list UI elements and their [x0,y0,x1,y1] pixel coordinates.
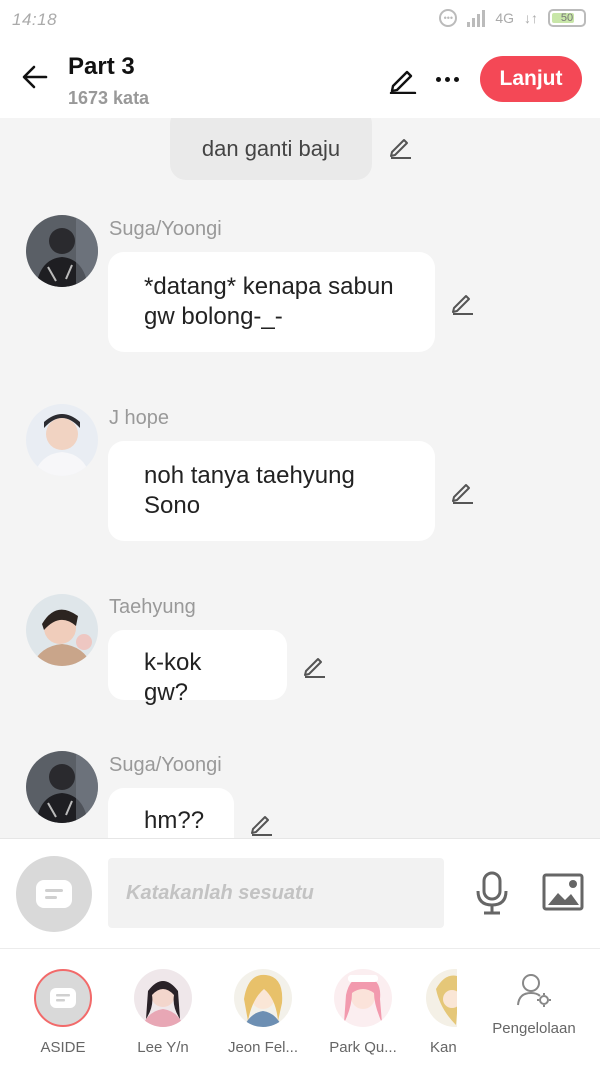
speaker-name: Suga/Yoongi [109,754,222,776]
more-options-icon[interactable] [432,66,462,92]
edit-message-icon[interactable] [450,289,476,315]
edit-pencil-icon[interactable] [388,64,418,94]
message-input[interactable] [108,858,444,928]
continue-button[interactable]: Lanjut [480,56,582,102]
speaker-name: J hope [109,407,170,429]
user-settings-icon [517,974,551,1007]
message-bubble[interactable]: *datang* kenapa sabun gw bolong-_- [108,252,435,352]
network-type: 4G [495,10,514,26]
speaker-name: Taehyung [109,596,196,618]
status-bar: 14:18 ••• 4G ↓↑ 50 [0,0,600,40]
character-park[interactable]: Park Qu... [317,969,409,1056]
character-lee[interactable]: Lee Y/n [117,969,209,1056]
edit-message-icon[interactable] [249,810,275,836]
chat-area[interactable]: dan ganti baju Suga/Yoongi *datang* kena… [0,118,600,838]
message-icon [36,880,72,908]
back-arrow-icon[interactable] [20,62,50,92]
battery-icon: 50 [548,9,586,27]
character-label: Lee Y/n [137,1039,189,1056]
top-bar: Part 3 1673 kata Lanjut [0,40,600,118]
manage-label: Pengelolaan [492,1020,576,1037]
edit-message-icon[interactable] [450,478,476,504]
microphone-icon[interactable] [474,871,510,915]
character-avatar [426,969,457,1027]
word-count: 1673 kata [68,88,150,108]
signal-icon [467,9,486,27]
character-kang[interactable]: Kang [417,969,457,1056]
character-label: Jeon Fel... [227,1039,299,1056]
data-transfer-icon: ↓↑ [524,10,538,26]
character-avatar [334,969,392,1027]
character-jeon[interactable]: Jeon Fel... [217,969,309,1056]
edit-message-icon[interactable] [302,652,328,678]
message-bubble[interactable]: hm?? [108,788,234,838]
character-avatar [134,969,192,1027]
dnd-icon: ••• [439,9,458,27]
character-aside[interactable]: ASIDE [17,969,109,1056]
edit-message-icon[interactable] [388,133,414,159]
status-time: 14:18 [12,10,58,29]
manage-characters-button[interactable]: Pengelolaan [484,971,584,1037]
avatar-suga[interactable] [26,215,98,287]
narrator-bubble[interactable]: dan ganti baju [170,118,372,180]
avatar-jhope[interactable] [26,404,98,476]
message-bubble[interactable]: noh tanya taehyung Sono [108,441,435,541]
speaker-name: Suga/Yoongi [109,218,222,240]
aside-toggle-button[interactable] [16,856,92,932]
character-label: ASIDE [40,1039,86,1056]
character-avatar [234,969,292,1027]
avatar-taehyung[interactable] [26,594,98,666]
aside-avatar [34,969,92,1027]
character-label: Park Qu... [329,1039,397,1056]
message-bubble[interactable]: k-kok gw? [108,630,287,706]
page-title: Part 3 [68,53,135,80]
status-icons: ••• 4G ↓↑ 50 [439,9,586,27]
input-bar [0,838,600,948]
image-icon[interactable] [542,873,584,911]
character-label: Kang [430,1039,457,1056]
character-bar: ASIDE Lee Y/n Jeon Fel... Park Qu... Kan… [0,948,600,1067]
avatar-suga[interactable] [26,751,98,823]
